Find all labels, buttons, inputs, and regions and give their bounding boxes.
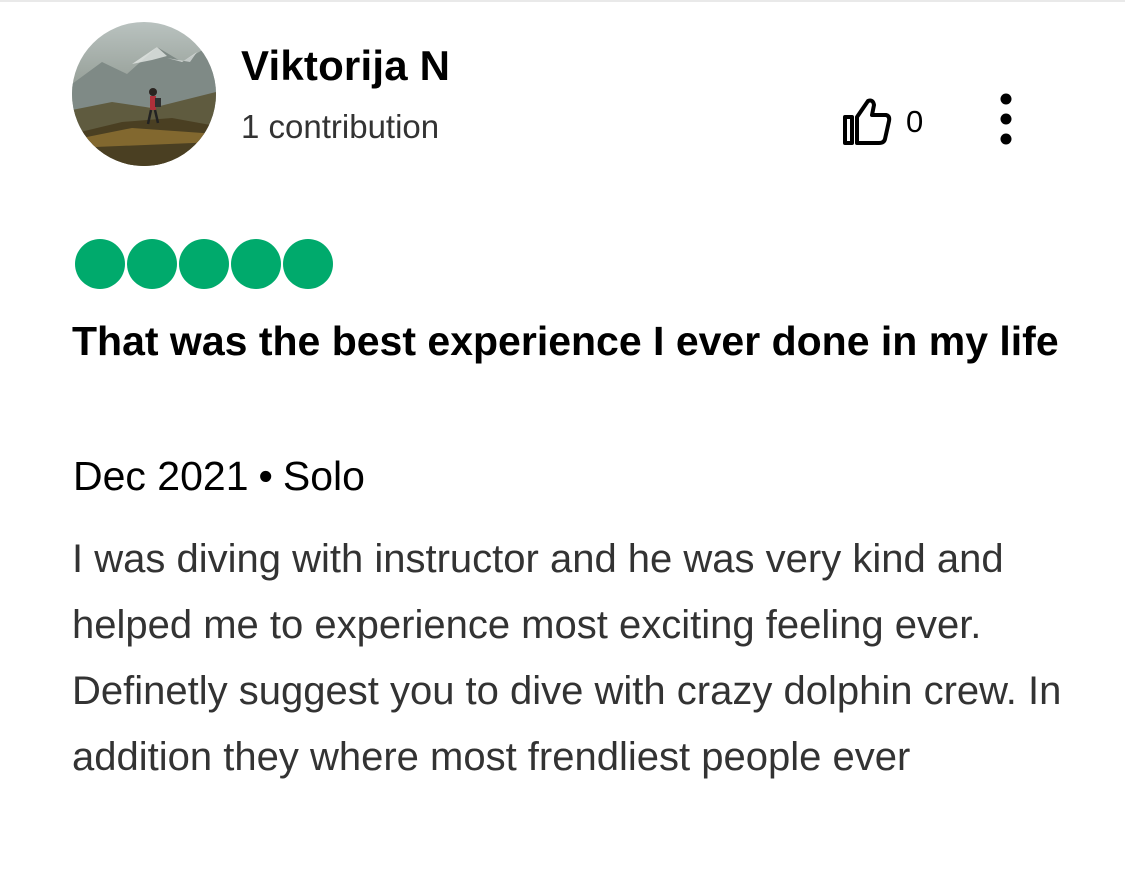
helpful-count: 0	[906, 104, 924, 139]
review-date: Dec 2021	[73, 453, 249, 499]
rating-bubble	[127, 239, 177, 289]
reviewer-name[interactable]: Viktorija N	[241, 40, 450, 92]
helpful-vote-button[interactable]: 0	[842, 94, 942, 150]
thumbs-up-icon	[843, 98, 892, 145]
meta-separator: •	[258, 453, 273, 499]
top-divider	[0, 0, 1125, 2]
vertical-ellipsis-icon	[1000, 93, 1012, 145]
contribution-count: 1 contribution	[241, 108, 440, 145]
rating-bubble	[75, 239, 125, 289]
review-meta: Dec 2021 • Solo	[73, 451, 365, 501]
rating-bubble	[283, 239, 333, 289]
rating-bubble	[231, 239, 281, 289]
avatar[interactable]	[72, 22, 216, 166]
review-body: I was diving with instructor and he was …	[72, 537, 1062, 779]
review-title[interactable]: That was the best experience I ever done…	[72, 313, 1062, 369]
avatar-photo	[72, 22, 216, 166]
rating-bubble	[179, 239, 229, 289]
trip-type: Solo	[282, 453, 365, 499]
more-options-button[interactable]	[990, 92, 1022, 148]
bubble-rating	[75, 239, 333, 289]
